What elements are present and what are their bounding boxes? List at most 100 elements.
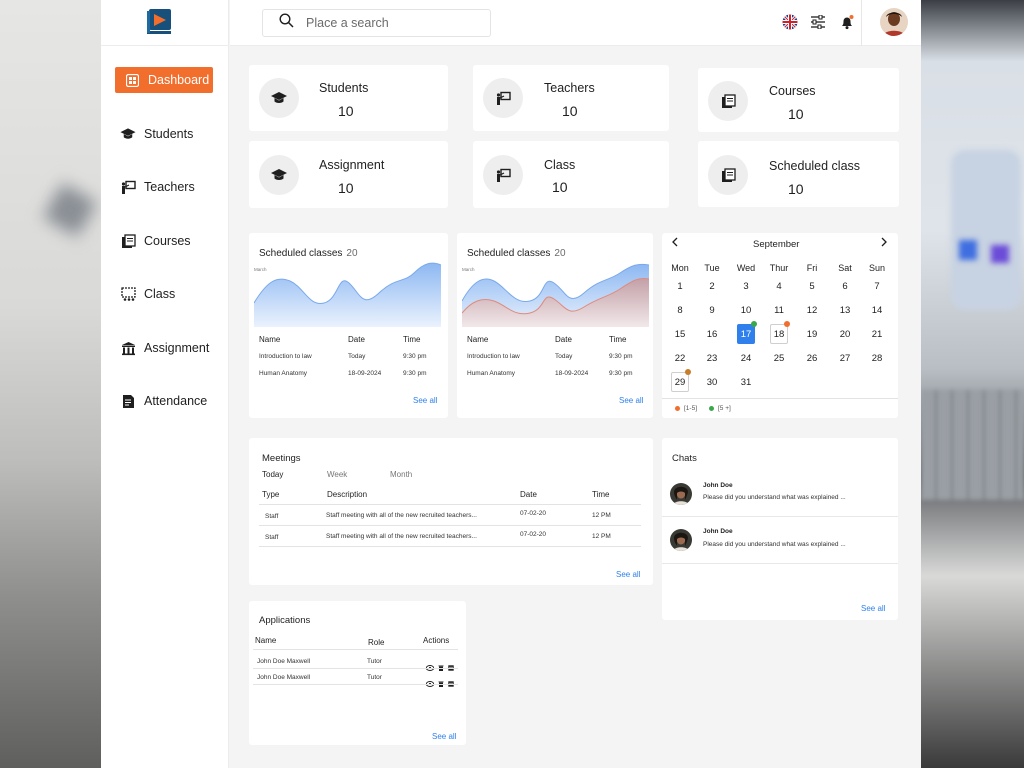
teacher-board-icon — [120, 179, 136, 195]
divider — [662, 563, 898, 564]
calendar-day[interactable]: 24 — [737, 348, 755, 368]
bell-icon[interactable] — [838, 13, 856, 31]
card-title: Scheduled classes 20 — [467, 248, 566, 259]
calendar-day[interactable]: 9 — [703, 300, 721, 320]
calendar-day[interactable]: 4 — [770, 276, 788, 296]
calendar-day[interactable]: 1 — [671, 276, 689, 296]
calendar-day[interactable]: 23 — [703, 348, 721, 368]
calendar-day[interactable]: 15 — [671, 324, 689, 344]
see-all-link[interactable]: See all — [861, 604, 885, 613]
table-cell: 9:30 pm — [403, 353, 427, 360]
see-all-link[interactable]: See all — [619, 396, 643, 405]
stat-label: Scheduled class — [769, 159, 861, 173]
calendar-weekday: Fri — [806, 263, 818, 273]
area-chart — [462, 263, 649, 327]
stat-value: 10 — [562, 103, 578, 119]
tab-month[interactable]: Month — [390, 470, 412, 479]
row-actions — [425, 674, 454, 692]
user-avatar[interactable] — [880, 8, 908, 36]
divider — [662, 516, 898, 517]
dashboard-app: Dashboard Students Teachers Courses Clas — [101, 0, 921, 768]
calendar-day[interactable]: 11 — [770, 300, 788, 320]
calendar-day[interactable]: 13 — [836, 300, 854, 320]
calendar-day[interactable]: 6 — [836, 276, 854, 296]
classroom-icon — [120, 286, 136, 302]
graduation-cap-icon — [259, 155, 299, 195]
app-logo[interactable] — [145, 8, 173, 36]
column-header: Name — [255, 636, 277, 645]
calendar-day[interactable]: 7 — [868, 276, 886, 296]
column-header: Name — [467, 335, 489, 344]
calendar-day[interactable]: 25 — [770, 348, 788, 368]
calendar-day[interactable]: 22 — [671, 348, 689, 368]
archive-icon[interactable] — [448, 674, 454, 692]
sidebar-item-class[interactable]: Class — [115, 281, 175, 307]
calendar-day[interactable]: 16 — [703, 324, 721, 344]
stat-label: Courses — [769, 84, 816, 98]
legend-dot-green — [709, 406, 714, 411]
tab-today[interactable]: Today — [262, 470, 283, 479]
sidebar-item-label: Class — [144, 287, 176, 301]
calendar-weekday: Sat — [838, 263, 852, 273]
calendar-day[interactable]: 27 — [836, 348, 854, 368]
uk-flag-icon[interactable] — [781, 13, 799, 31]
stat-card-students[interactable]: Students 10 — [249, 65, 448, 131]
calendar-day[interactable]: 10 — [737, 300, 755, 320]
stat-card-courses[interactable]: Courses 10 — [698, 68, 899, 132]
calendar-day[interactable]: 20 — [836, 324, 854, 344]
calendar-day[interactable]: 2 — [703, 276, 721, 296]
column-header: Description — [327, 490, 368, 499]
sidebar-item-attendance[interactable]: Attendance — [115, 388, 207, 414]
calendar-day[interactable]: 18 — [770, 324, 788, 344]
calendar-day[interactable]: 31 — [737, 372, 755, 392]
sidebar-item-dashboard[interactable]: Dashboard — [115, 67, 213, 93]
sidebar-item-courses[interactable]: Courses — [115, 228, 191, 254]
area-chart — [254, 262, 441, 327]
stat-card-teachers[interactable]: Teachers 10 — [473, 65, 669, 131]
chevron-right-icon[interactable] — [880, 237, 888, 250]
calendar-day[interactable]: 19 — [803, 324, 821, 344]
calendar-day[interactable]: 28 — [868, 348, 886, 368]
sidebar-item-assignment[interactable]: Assignment — [115, 335, 209, 361]
chats-card: Chats John Doe Please did you understand… — [662, 438, 898, 620]
calendar-weekday: Sun — [868, 263, 885, 273]
sliders-icon[interactable] — [809, 13, 827, 31]
see-all-link[interactable]: See all — [413, 396, 437, 405]
see-all-link[interactable]: See all — [616, 570, 640, 579]
calendar-day[interactable]: 14 — [868, 300, 886, 320]
calendar-day[interactable]: 29 — [671, 372, 689, 392]
calendar-day[interactable]: 12 — [803, 300, 821, 320]
table-cell: 9:30 pm — [609, 353, 633, 360]
stat-card-assignment[interactable]: Assignment 10 — [249, 141, 448, 208]
legend-dot-orange — [675, 406, 680, 411]
chat-message: Please did you understand what was expla… — [703, 494, 846, 501]
table-cell: John Doe Maxwell — [257, 658, 311, 665]
chevron-left-icon[interactable] — [671, 237, 679, 250]
sidebar-item-label: Teachers — [144, 180, 195, 194]
sidebar-item-students[interactable]: Students — [115, 121, 193, 147]
calendar-day[interactable]: 21 — [868, 324, 886, 344]
calendar-day[interactable]: 17 — [737, 324, 755, 344]
books-icon — [120, 233, 136, 249]
count-badge: 20 — [346, 248, 358, 259]
calendar-day[interactable]: 8 — [671, 300, 689, 320]
search-box[interactable] — [262, 9, 491, 37]
column-header: Name — [259, 335, 281, 344]
see-all-link[interactable]: See all — [432, 732, 456, 741]
stat-card-class[interactable]: Class 10 — [473, 141, 669, 208]
calendar-day[interactable]: 30 — [703, 372, 721, 392]
event-dot — [685, 369, 691, 375]
stat-card-scheduled-class[interactable]: Scheduled class 10 — [698, 141, 899, 207]
eye-icon[interactable] — [425, 674, 435, 692]
search-input[interactable] — [306, 16, 476, 30]
calendar-day[interactable]: 26 — [803, 348, 821, 368]
card-title: Scheduled classes 20 — [259, 248, 358, 259]
table-cell: 18-09-2024 — [348, 370, 382, 377]
sidebar-item-teachers[interactable]: Teachers — [115, 174, 195, 200]
tab-week[interactable]: Week — [327, 470, 347, 479]
column-header: Time — [609, 335, 627, 344]
calendar-day[interactable]: 3 — [737, 276, 755, 296]
trash-icon[interactable] — [438, 674, 444, 692]
calendar-day[interactable]: 5 — [803, 276, 821, 296]
sidebar-item-label: Courses — [144, 234, 191, 248]
